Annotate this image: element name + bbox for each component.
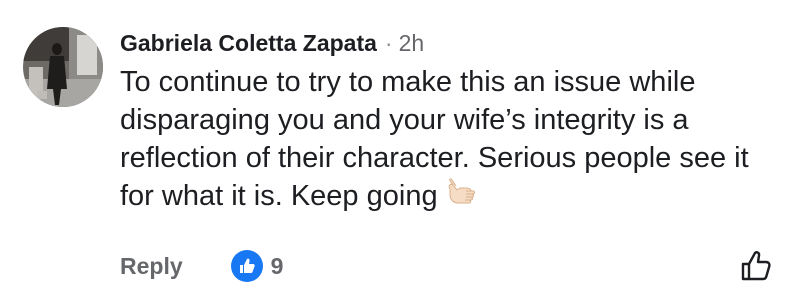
comment-text-content: To continue to try to make this an issue…: [120, 66, 749, 212]
author-name[interactable]: Gabriela Coletta Zapata: [120, 27, 377, 59]
like-reaction-icon: [230, 250, 263, 282]
separator-dot: ·: [384, 30, 393, 56]
reaction-summary[interactable]: 9: [230, 250, 284, 282]
thumbs-up-outline-icon: [741, 251, 771, 281]
comment-body: Gabriela Coletta Zapata · 2h To continue…: [120, 27, 780, 221]
comment-actions: Reply 9: [120, 246, 283, 286]
reaction-count: 9: [270, 252, 284, 279]
timestamp[interactable]: 2h: [399, 27, 425, 59]
comment-text: To continue to try to make this an issue…: [120, 63, 775, 221]
call-me-hand-emoji: [444, 177, 478, 221]
like-button[interactable]: [736, 246, 776, 286]
comment-meta: Gabriela Coletta Zapata · 2h: [120, 27, 780, 59]
avatar[interactable]: [23, 27, 103, 107]
comment: Gabriela Coletta Zapata · 2h To continue…: [0, 0, 800, 303]
avatar-image: [23, 27, 103, 107]
reply-button[interactable]: Reply: [120, 253, 183, 280]
